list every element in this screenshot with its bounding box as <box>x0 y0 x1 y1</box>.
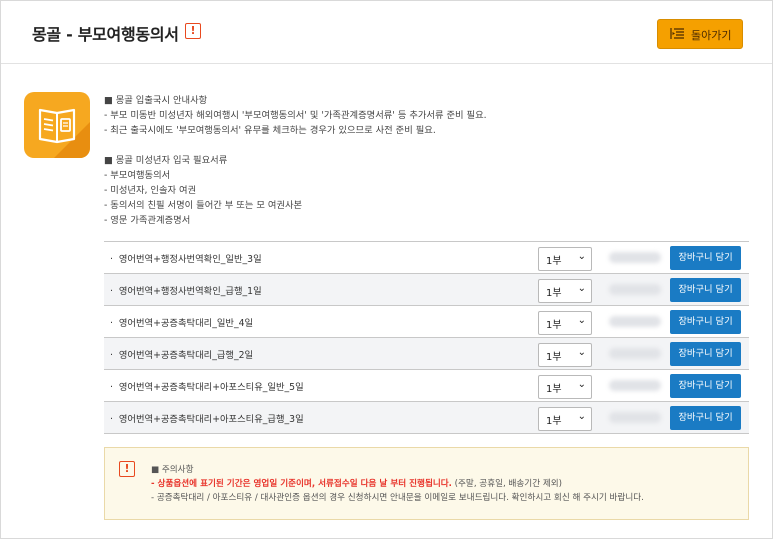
page-frame: 몽골 - 부모여행동의서 ! 돌아가기 ■ 몽골 입출국시 안내사항 - 부모 … <box>0 0 773 539</box>
option-row: · 영어번역+공증촉탁대리+아포스티유_일반_5일 1부 ⌄ 장바구니 담기 <box>104 370 749 402</box>
info-line: - 부모여행동의서 <box>104 169 171 181</box>
info-line: - 동의서의 친필 서명이 들어간 부 또는 모 여권사본 <box>104 200 303 212</box>
chevron-down-icon: ⌄ <box>577 315 586 326</box>
notice-emphasis: - 상품옵션에 표기된 기간은 영업일 기준이며, 서류접수일 다음 날 부터 … <box>151 479 452 489</box>
back-button[interactable]: 돌아가기 <box>657 19 743 49</box>
price-blurred <box>609 348 661 359</box>
option-name: · 영어번역+공증촉탁대리_급행_2일 <box>110 350 254 361</box>
page-title: 몽골 - 부모여행동의서 <box>32 25 179 44</box>
quantity-select[interactable]: 1부 ⌄ <box>538 279 592 303</box>
add-to-cart-button[interactable]: 장바구니 담기 <box>670 246 741 270</box>
notice-line: - 상품옵션에 표기된 기간은 영업일 기준이며, 서류접수일 다음 날 부터 … <box>151 477 644 491</box>
price-blurred <box>609 380 661 391</box>
add-to-cart-button[interactable]: 장바구니 담기 <box>670 406 741 430</box>
option-name: · 영어번역+행정사번역확인_급행_1일 <box>110 286 262 297</box>
notice-line: - 공증촉탁대리 / 아포스티유 / 대사관인증 옵션의 경우 신청하시면 안내… <box>151 493 644 503</box>
option-name: · 영어번역+공증촉탁대리+아포스티유_일반_5일 <box>110 382 304 393</box>
price-blurred <box>609 284 661 295</box>
chevron-down-icon: ⌄ <box>577 283 586 294</box>
info-line: - 최근 출국시에도 '부모여행동의서' 유무를 체크하는 경우가 있으므로 사… <box>104 125 436 137</box>
info-line: - 부모 미동반 미성년자 해외여행시 '부모여행동의서' 및 '가족관계증명서… <box>104 110 487 122</box>
chevron-down-icon: ⌄ <box>577 379 586 390</box>
exclamation-icon: ! <box>119 461 135 477</box>
add-to-cart-button[interactable]: 장바구니 담기 <box>670 278 741 302</box>
option-row: · 영어번역+행정사번역확인_급행_1일 1부 ⌄ 장바구니 담기 <box>104 274 749 306</box>
add-to-cart-button[interactable]: 장바구니 담기 <box>670 310 741 334</box>
quantity-select[interactable]: 1부 ⌄ <box>538 375 592 399</box>
exclamation-icon: ! <box>185 23 201 39</box>
option-row: · 영어번역+공증촉탁대리_일반_4일 1부 ⌄ 장바구니 담기 <box>104 306 749 338</box>
info-heading-entry: ■ 몽골 입출국시 안내사항 <box>104 95 208 106</box>
quantity-select[interactable]: 1부 ⌄ <box>538 343 592 367</box>
quantity-select[interactable]: 1부 ⌄ <box>538 247 592 271</box>
chevron-down-icon: ⌄ <box>577 251 586 262</box>
page-header: 몽골 - 부모여행동의서 ! 돌아가기 <box>1 1 772 64</box>
add-to-cart-button[interactable]: 장바구니 담기 <box>670 374 741 398</box>
info-heading-documents: ■ 몽골 미성년자 입국 필요서류 <box>104 154 228 166</box>
notice-rest: (주말, 공휴일, 배송기간 제외) <box>451 479 563 489</box>
price-blurred <box>609 252 661 263</box>
price-blurred <box>609 412 661 423</box>
option-name: · 영어번역+공증촉탁대리+아포스티유_급행_3일 <box>110 414 304 425</box>
quantity-select[interactable]: 1부 ⌄ <box>538 407 592 431</box>
info-line: - 미성년자, 인솔자 여권 <box>104 185 197 197</box>
info-notes: ■ 몽골 입출국시 안내사항 - 부모 미동반 미성년자 해외여행시 '부모여행… <box>104 93 487 229</box>
price-blurred <box>609 316 661 327</box>
notice-heading: ■ 주의사항 <box>151 465 194 475</box>
option-row: · 영어번역+행정사번역확인_일반_3일 1부 ⌄ 장바구니 담기 <box>104 242 749 274</box>
option-row: · 영어번역+공증촉탁대리_급행_2일 1부 ⌄ 장바구니 담기 <box>104 338 749 370</box>
chevron-down-icon: ⌄ <box>577 347 586 358</box>
notice-text: ■ 주의사항 - 상품옵션에 표기된 기간은 영업일 기준이며, 서류접수일 다… <box>151 463 644 505</box>
quantity-select[interactable]: 1부 ⌄ <box>538 311 592 335</box>
option-list: · 영어번역+행정사번역확인_일반_3일 1부 ⌄ 장바구니 담기 · 영어번역+… <box>104 241 749 434</box>
option-name: · 영어번역+행정사번역확인_일반_3일 <box>110 254 262 265</box>
option-name: · 영어번역+공증촉탁대리_일반_4일 <box>110 318 254 329</box>
notice-box: ! ■ 주의사항 - 상품옵션에 표기된 기간은 영업일 기준이며, 서류접수일… <box>104 447 749 520</box>
list-back-icon <box>670 28 684 39</box>
option-row: · 영어번역+공증촉탁대리+아포스티유_급행_3일 1부 ⌄ 장바구니 담기 <box>104 402 749 434</box>
add-to-cart-button[interactable]: 장바구니 담기 <box>670 342 741 366</box>
back-button-label: 돌아가기 <box>691 29 732 42</box>
info-line: - 영문 가족관계증명서 <box>104 215 191 227</box>
chevron-down-icon: ⌄ <box>577 411 586 422</box>
document-icon <box>24 92 90 158</box>
